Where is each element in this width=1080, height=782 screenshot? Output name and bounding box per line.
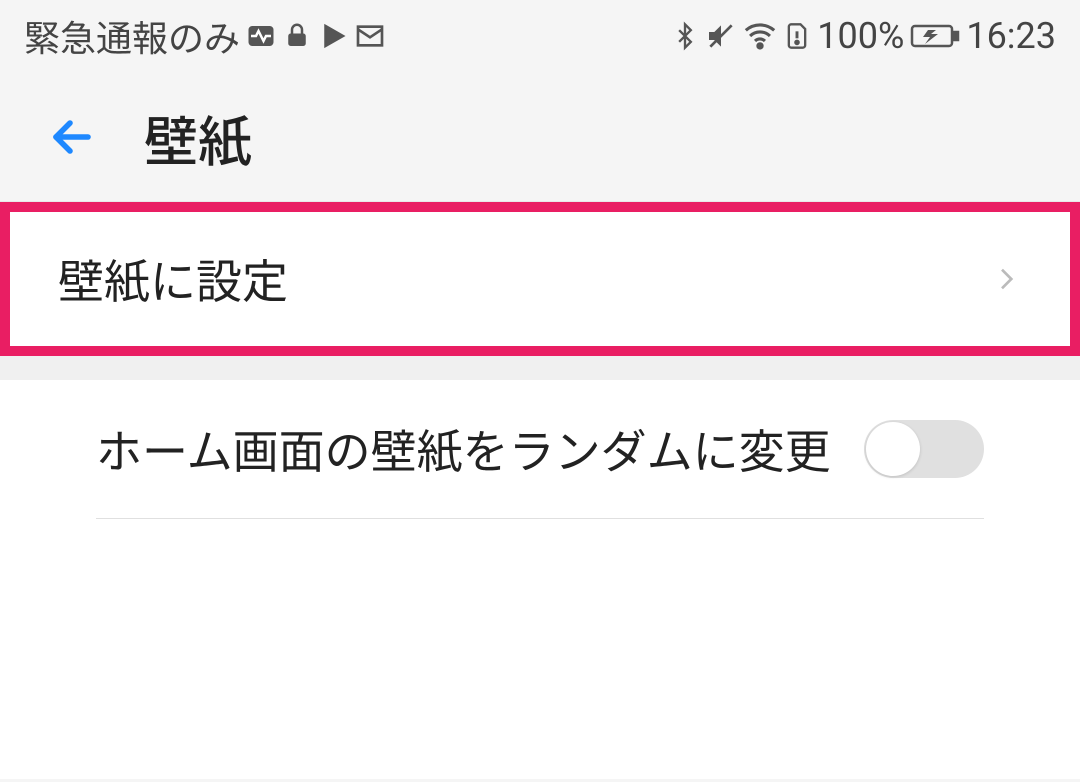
wifi-icon <box>743 19 777 53</box>
random-wallpaper-toggle[interactable] <box>864 420 984 478</box>
empty-area <box>0 519 1080 779</box>
status-bar: 緊急通報のみ 100% 16:23 <box>0 0 1080 72</box>
set-wallpaper-label: 壁紙に設定 <box>58 246 288 312</box>
random-wallpaper-row[interactable]: ホーム画面の壁紙をランダムに変更 <box>96 380 984 519</box>
toggle-knob <box>866 422 920 476</box>
mute-icon <box>705 20 737 52</box>
bluetooth-icon <box>671 18 699 54</box>
status-bar-left: 緊急通報のみ <box>24 10 386 62</box>
lock-icon <box>282 21 312 51</box>
activity-icon <box>246 21 276 51</box>
mail-icon <box>354 20 386 52</box>
clock-text: 16:23 <box>966 15 1056 57</box>
set-wallpaper-row[interactable]: 壁紙に設定 <box>0 202 1080 356</box>
battery-percentage: 100% <box>817 15 904 57</box>
settings-list: 壁紙に設定 <box>0 202 1080 356</box>
random-wallpaper-section: ホーム画面の壁紙をランダムに変更 <box>0 380 1080 519</box>
sim-alert-icon <box>783 18 811 54</box>
section-divider <box>0 356 1080 380</box>
play-icon <box>318 21 348 51</box>
header: 壁紙 <box>0 72 1080 202</box>
battery-icon <box>910 22 960 50</box>
page-title: 壁紙 <box>144 98 252 177</box>
status-bar-right: 100% 16:23 <box>671 15 1056 57</box>
carrier-text: 緊急通報のみ <box>24 10 240 62</box>
chevron-right-icon <box>990 263 1022 295</box>
random-wallpaper-label: ホーム画面の壁紙をランダムに変更 <box>96 416 831 482</box>
back-button[interactable] <box>48 113 96 161</box>
